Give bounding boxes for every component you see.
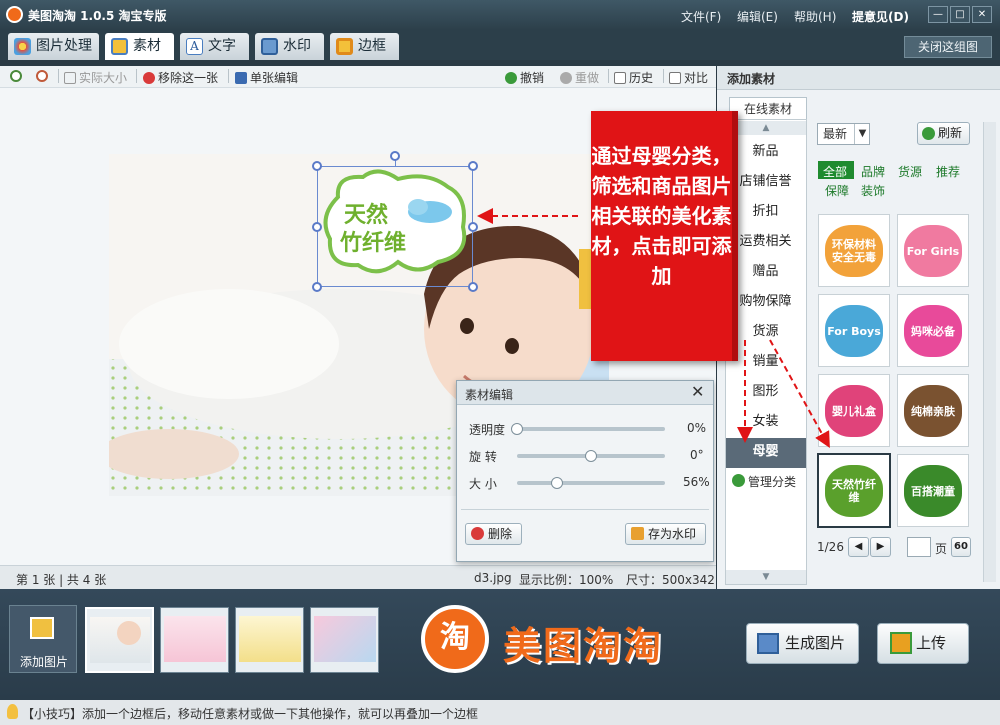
- generate-label: 生成图片: [785, 634, 846, 652]
- category-item[interactable]: 母婴: [725, 437, 806, 467]
- thumbnail-3[interactable]: [235, 607, 304, 673]
- upload-label: 上传: [916, 634, 947, 652]
- brand-name: 美图淘淘: [503, 624, 664, 668]
- tip-text: 【小技巧】添加一个边框后，移动任意素材或做一下其他操作，就可以再叠加一个边框: [22, 707, 479, 721]
- add-image-button[interactable]: 添加图片: [9, 605, 77, 673]
- upload-icon: [890, 632, 912, 654]
- upload-button[interactable]: 上传: [877, 623, 969, 664]
- thumbnail-1[interactable]: [85, 607, 154, 673]
- lightbulb-icon: [7, 704, 18, 719]
- generate-icon: [757, 633, 779, 654]
- add-image-label: 添加图片: [20, 655, 69, 669]
- brand-logo-icon: 淘: [421, 605, 489, 673]
- thumbnail-4[interactable]: [310, 607, 379, 673]
- generate-image-button[interactable]: 生成图片: [746, 623, 859, 664]
- add-image-icon: [30, 617, 54, 639]
- thumbnail-2[interactable]: [160, 607, 229, 673]
- tip-bar: 【小技巧】添加一个边框后，移动任意素材或做一下其他操作，就可以再叠加一个边框: [0, 700, 1000, 725]
